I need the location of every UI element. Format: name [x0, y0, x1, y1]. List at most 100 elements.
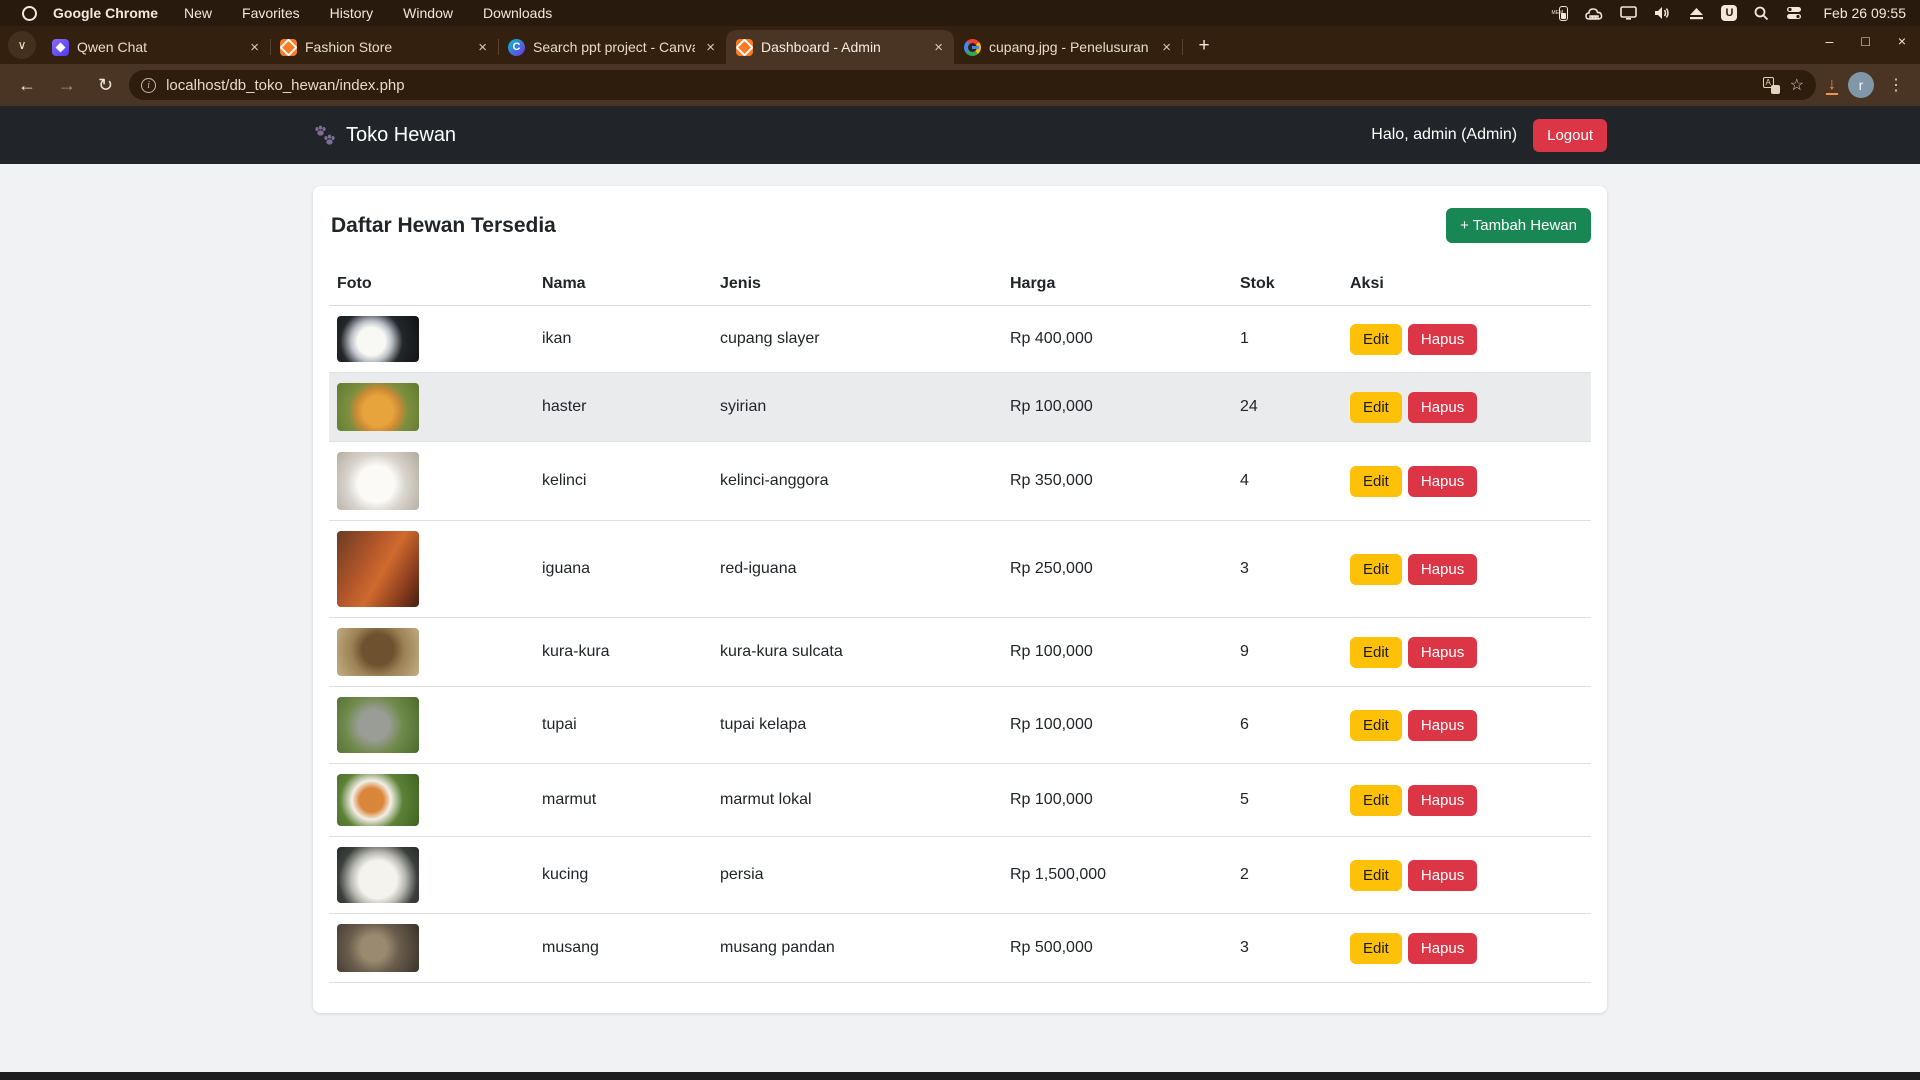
- delete-button[interactable]: Hapus: [1408, 933, 1477, 964]
- cell-nama: kura-kura: [534, 618, 712, 687]
- edit-button[interactable]: Edit: [1350, 554, 1402, 585]
- tab-close-icon[interactable]: ×: [1159, 39, 1174, 56]
- tab-dashboard-admin[interactable]: Dashboard - Admin ×: [726, 30, 954, 64]
- photo-civet: [337, 924, 419, 972]
- photo-persian-cat: [337, 847, 419, 903]
- cell-jenis: marmut lokal: [712, 764, 1002, 837]
- cell-nama: musang: [534, 914, 712, 983]
- cell-jenis: syirian: [712, 373, 1002, 442]
- tab-cupang-search[interactable]: cupang.jpg - Penelusuran Goog ×: [954, 30, 1182, 64]
- cell-harga: Rp 400,000: [1002, 306, 1232, 373]
- edit-button[interactable]: Edit: [1350, 785, 1402, 816]
- photo-betta-fish: [337, 316, 419, 362]
- translate-icon[interactable]: A: [1763, 77, 1780, 94]
- cell-nama: iguana: [534, 521, 712, 618]
- browser-menu-icon[interactable]: ⋮: [1884, 75, 1908, 95]
- user-greeting: Halo, admin (Admin): [1371, 126, 1517, 144]
- logout-button[interactable]: Logout: [1533, 119, 1607, 152]
- delete-button[interactable]: Hapus: [1408, 554, 1477, 585]
- system-menu-bar: Google Chrome New Favorites History Wind…: [0, 0, 1920, 26]
- system-logo-icon[interactable]: [22, 6, 37, 21]
- cell-stok: 3: [1232, 914, 1342, 983]
- delete-button[interactable]: Hapus: [1408, 392, 1477, 423]
- close-window-icon[interactable]: ×: [1898, 33, 1906, 49]
- animal-list-card: Daftar Hewan Tersedia + Tambah Hewan Fot…: [313, 186, 1607, 1013]
- maximize-icon[interactable]: □: [1861, 33, 1869, 49]
- cell-jenis: red-iguana: [712, 521, 1002, 618]
- tab-search-button[interactable]: ∨: [8, 31, 36, 59]
- menubar-item-downloads[interactable]: Downloads: [483, 5, 552, 21]
- cell-jenis: cupang slayer: [712, 306, 1002, 373]
- volume-icon[interactable]: [1654, 6, 1672, 20]
- minimize-icon[interactable]: –: [1826, 33, 1834, 49]
- edit-button[interactable]: Edit: [1350, 466, 1402, 497]
- new-tab-button[interactable]: +: [1190, 32, 1218, 60]
- edit-button[interactable]: Edit: [1350, 710, 1402, 741]
- menubar-item-history[interactable]: History: [330, 5, 374, 21]
- u-app-icon[interactable]: U: [1721, 5, 1737, 21]
- network-icon[interactable]: [1585, 6, 1603, 20]
- table-row: kucing persia Rp 1,500,000 2 EditHapus: [329, 837, 1591, 914]
- brand-title: Toko Hewan: [346, 124, 456, 147]
- downloads-icon[interactable]: ↓: [1826, 76, 1838, 95]
- profile-avatar[interactable]: r: [1848, 72, 1874, 98]
- edit-button[interactable]: Edit: [1350, 637, 1402, 668]
- cell-harga: Rp 100,000: [1002, 764, 1232, 837]
- edit-button[interactable]: Edit: [1350, 324, 1402, 355]
- back-icon[interactable]: ←: [12, 75, 42, 96]
- edit-button[interactable]: Edit: [1350, 392, 1402, 423]
- tab-fashion-store[interactable]: Fashion Store ×: [270, 30, 498, 64]
- tab-canva[interactable]: C Search ppt project - Canva ×: [498, 30, 726, 64]
- spotlight-search-icon[interactable]: [1754, 6, 1769, 21]
- site-brand[interactable]: Toko Hewan: [313, 124, 456, 147]
- display-icon[interactable]: [1620, 6, 1637, 20]
- tab-close-icon[interactable]: ×: [475, 39, 490, 56]
- table-row: tupai tupai kelapa Rp 100,000 6 EditHapu…: [329, 687, 1591, 764]
- forward-icon[interactable]: →: [52, 75, 82, 96]
- cell-stok: 9: [1232, 618, 1342, 687]
- tab-close-icon[interactable]: ×: [703, 39, 718, 56]
- photo-squirrel: [337, 697, 419, 753]
- reload-icon[interactable]: ↻: [92, 75, 119, 96]
- delete-button[interactable]: Hapus: [1408, 637, 1477, 668]
- edit-button[interactable]: Edit: [1350, 860, 1402, 891]
- cell-harga: Rp 100,000: [1002, 618, 1232, 687]
- cell-stok: 24: [1232, 373, 1342, 442]
- tab-close-icon[interactable]: ×: [931, 39, 946, 56]
- menubar-item-favorites[interactable]: Favorites: [242, 5, 300, 21]
- site-info-icon[interactable]: i: [141, 78, 156, 93]
- address-bar[interactable]: i localhost/db_toko_hewan/index.php A ☆: [129, 70, 1816, 100]
- tab-close-icon[interactable]: ×: [247, 39, 262, 56]
- cell-stok: 2: [1232, 837, 1342, 914]
- table-row: kura-kura kura-kura sulcata Rp 100,000 9…: [329, 618, 1591, 687]
- cell-nama: kucing: [534, 837, 712, 914]
- cell-jenis: kelinci-anggora: [712, 442, 1002, 521]
- col-nama: Nama: [534, 263, 712, 306]
- menubar-item-window[interactable]: Window: [403, 5, 453, 21]
- canva-favicon-icon: C: [508, 39, 525, 56]
- table-row: musang musang pandan Rp 500,000 3 EditHa…: [329, 914, 1591, 983]
- menubar-clock[interactable]: Feb 26 09:55: [1823, 5, 1906, 21]
- cell-harga: Rp 1,500,000: [1002, 837, 1232, 914]
- menubar-app-name[interactable]: Google Chrome: [53, 5, 158, 21]
- qwen-favicon-icon: [52, 39, 69, 56]
- cell-jenis: musang pandan: [712, 914, 1002, 983]
- tab-qwen-chat[interactable]: Qwen Chat ×: [42, 30, 270, 64]
- control-center-icon[interactable]: [1786, 6, 1802, 20]
- delete-button[interactable]: Hapus: [1408, 785, 1477, 816]
- delete-button[interactable]: Hapus: [1408, 710, 1477, 741]
- paw-icon: [313, 124, 337, 146]
- bookmark-star-icon[interactable]: ☆: [1790, 75, 1804, 95]
- delete-button[interactable]: Hapus: [1408, 324, 1477, 355]
- cell-jenis: persia: [712, 837, 1002, 914]
- delete-button[interactable]: Hapus: [1408, 860, 1477, 891]
- edit-button[interactable]: Edit: [1350, 933, 1402, 964]
- eject-icon[interactable]: [1689, 7, 1704, 20]
- screen-bottom-strip: [0, 1072, 1920, 1080]
- delete-button[interactable]: Hapus: [1408, 466, 1477, 497]
- table-header-row: Foto Nama Jenis Harga Stok Aksi: [329, 263, 1591, 306]
- cell-nama: haster: [534, 373, 712, 442]
- memory-status-icon[interactable]: MEM: [1551, 6, 1568, 21]
- menubar-item-new[interactable]: New: [184, 5, 212, 21]
- add-animal-button[interactable]: + Tambah Hewan: [1446, 208, 1591, 243]
